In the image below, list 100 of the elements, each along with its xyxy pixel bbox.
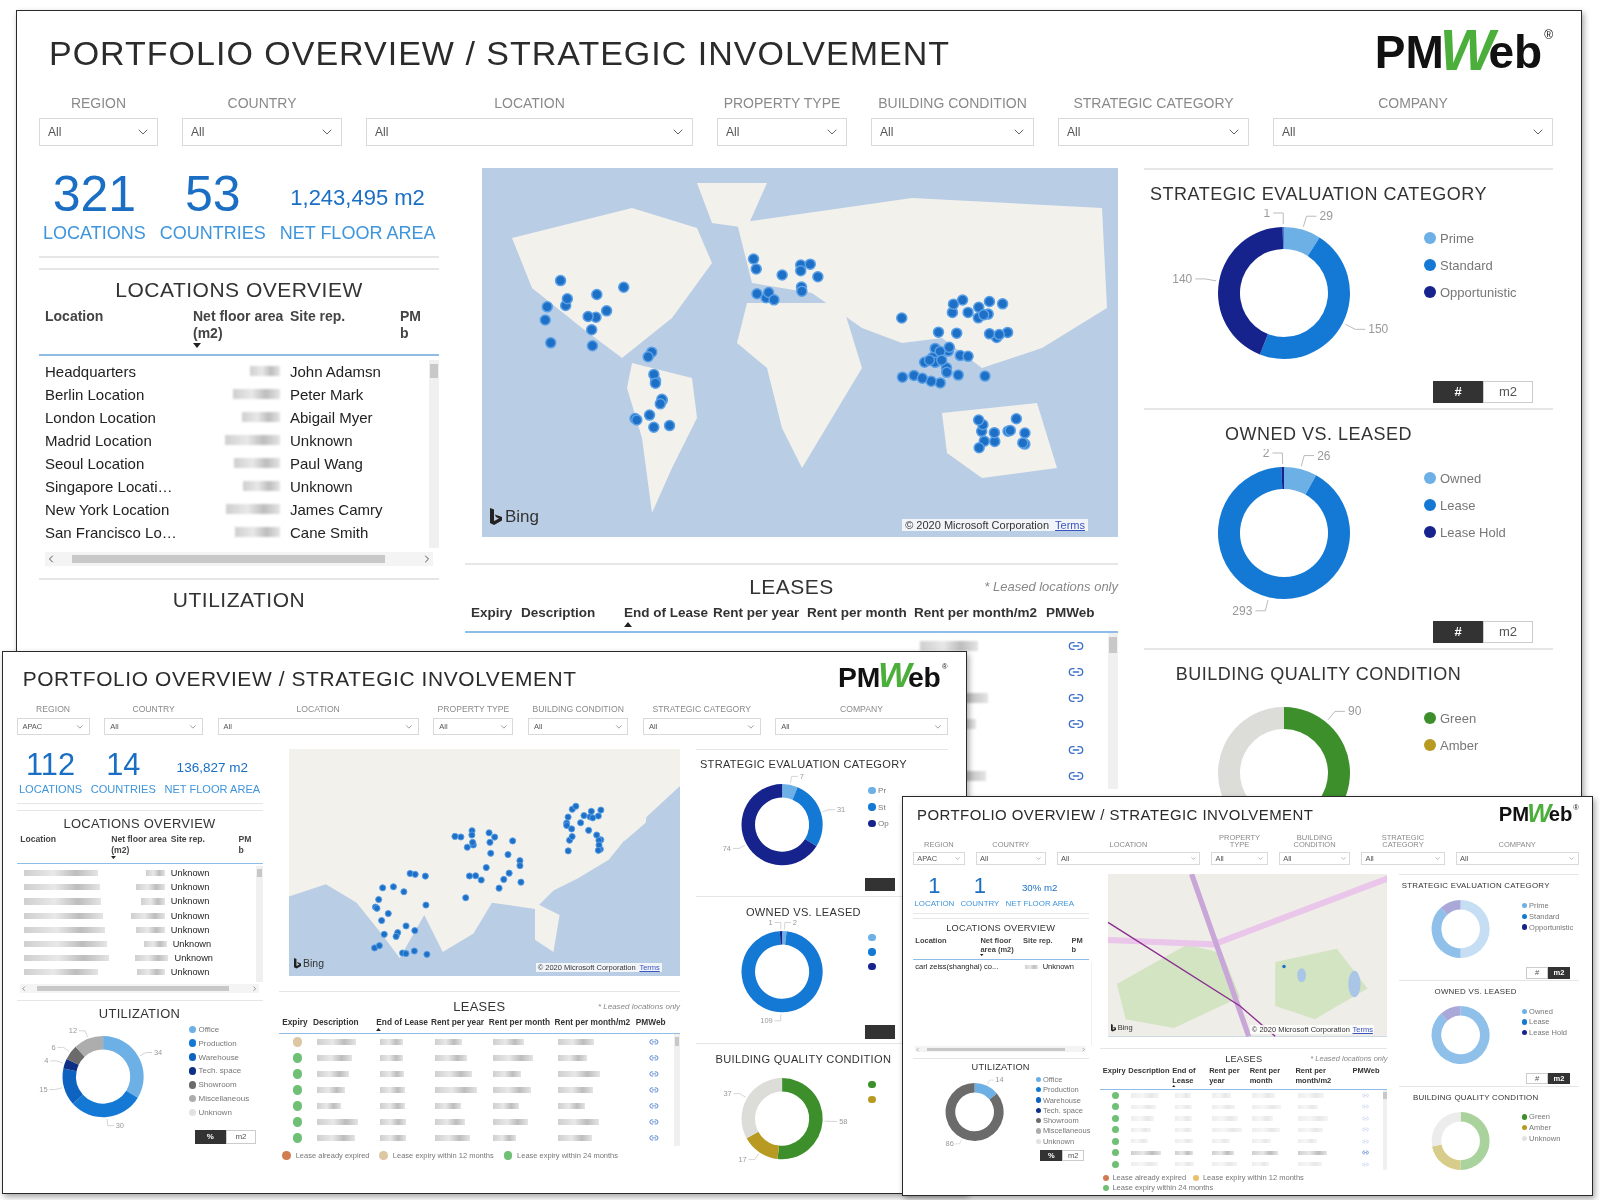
data-label: 14	[994, 1074, 1004, 1084]
filter-dropdown[interactable]: All	[975, 852, 1046, 865]
filter-dropdown[interactable]: All	[717, 117, 847, 146]
unit-toggle[interactable]	[864, 877, 896, 892]
section-title: LOCATIONS OVERVIEW	[114, 277, 364, 302]
column-header[interactable]: Description	[521, 604, 596, 622]
unit-toggle[interactable]: m2	[1062, 1149, 1085, 1162]
column-header[interactable]: Rent per month	[807, 604, 907, 622]
legend-label: Owned	[1440, 470, 1482, 486]
table-cell: Paul Wang	[290, 454, 363, 472]
vertical-scrollbar[interactable]	[1108, 632, 1118, 789]
unit-toggle[interactable]: m2	[1548, 1072, 1571, 1085]
unit-toggle[interactable]: #	[1526, 967, 1549, 979]
legend-label: Lease expiry within 24 months	[1112, 1183, 1214, 1193]
column-header[interactable]: Location	[20, 834, 57, 846]
blurred-value	[141, 898, 165, 905]
data-label: 1	[1263, 208, 1271, 220]
blurred-value	[920, 640, 978, 651]
column-header[interactable]: PM b	[400, 307, 423, 343]
column-header[interactable]: End of Lease	[624, 604, 709, 622]
filter-dropdown[interactable]: All	[1210, 852, 1269, 865]
kpi-value: 1,243,495 m2	[290, 186, 425, 209]
blurred-value	[1298, 1150, 1328, 1155]
filter-dropdown[interactable]: All	[1058, 117, 1249, 146]
unit-toggle[interactable]: m2	[1483, 620, 1533, 643]
filter-label: STRATEGIC CATEGORY	[652, 704, 752, 714]
data-label: 2	[1262, 448, 1270, 460]
unit-toggle[interactable]: #	[1526, 1072, 1549, 1085]
column-header[interactable]: Net floor area (m2)	[193, 307, 286, 343]
column-header[interactable]: Rent per month/m2	[914, 604, 1037, 622]
terms-link[interactable]: Terms	[1352, 1025, 1373, 1035]
column-header[interactable]: PM b	[238, 834, 253, 856]
column-header[interactable]: End of Lease	[1172, 1066, 1208, 1085]
legend-label: Lease Hold	[1440, 524, 1506, 540]
kpi-label: LOCATIONS	[18, 783, 83, 796]
column-header[interactable]: Rent per month	[488, 1017, 551, 1028]
column-header[interactable]: Site rep.	[290, 307, 346, 326]
column-header[interactable]: End of Lease	[376, 1017, 428, 1028]
column-header[interactable]: Expiry	[282, 1017, 308, 1028]
table-cell: Unknown	[170, 967, 210, 978]
leader-line	[1254, 599, 1269, 612]
blurred-value	[250, 366, 280, 377]
filter-dropdown[interactable]: All	[182, 117, 342, 146]
column-header[interactable]: PMWeb	[1352, 1066, 1380, 1076]
filter-dropdown[interactable]: All	[1056, 852, 1201, 865]
column-header[interactable]: Expiry	[471, 604, 513, 622]
filter-dropdown[interactable]: All	[871, 117, 1034, 146]
unit-toggle[interactable]: m2	[1483, 380, 1533, 403]
column-header[interactable]: Description	[1128, 1066, 1170, 1076]
column-header[interactable]: Net floor area (m2)	[980, 935, 1022, 955]
unit-toggle[interactable]: #	[1433, 380, 1483, 403]
filter-dropdown[interactable]: All	[39, 117, 158, 146]
column-header[interactable]: Site rep.	[170, 834, 205, 846]
data-label: 29	[1319, 209, 1333, 224]
table-cell: San Francisco Lo…	[45, 523, 177, 541]
filter-dropdown[interactable]: All	[1455, 852, 1579, 865]
vertical-scrollbar[interactable]	[429, 359, 439, 548]
column-header[interactable]: Rent per month	[1249, 1066, 1294, 1085]
vertical-scrollbar[interactable]	[256, 866, 263, 982]
column-header[interactable]: PMWeb	[635, 1017, 666, 1028]
blurred-value	[1174, 1150, 1194, 1155]
column-header[interactable]: Rent per year	[431, 1017, 485, 1028]
column-header[interactable]: Site rep.	[1023, 935, 1053, 945]
unit-toggle[interactable]	[864, 1025, 896, 1039]
column-header[interactable]: Location	[915, 935, 947, 945]
unit-toggle[interactable]: %	[1040, 1149, 1063, 1162]
filter-dropdown[interactable]: All	[1273, 117, 1553, 146]
table-cell: Seoul Location	[45, 454, 145, 472]
column-header[interactable]: Rent per year	[713, 604, 800, 622]
unit-toggle[interactable]: #	[1433, 620, 1483, 643]
terms-link[interactable]: Terms	[1055, 518, 1085, 531]
filter-dropdown[interactable]: All	[366, 117, 693, 146]
vertical-scrollbar[interactable]	[673, 1034, 681, 1147]
horizontal-scrollbar[interactable]	[20, 984, 259, 993]
filter-dropdown[interactable]: APAC	[912, 852, 966, 865]
filter-dropdown[interactable]: All	[1278, 852, 1351, 865]
column-header[interactable]: Location	[45, 307, 104, 326]
horizontal-scrollbar[interactable]	[45, 551, 433, 566]
filter-label: LOCATION	[1109, 841, 1148, 850]
blurred-value	[492, 1087, 531, 1094]
horizontal-scrollbar[interactable]	[915, 1046, 1087, 1053]
column-header[interactable]: Description	[312, 1017, 359, 1028]
blurred-value	[316, 1119, 359, 1126]
column-header[interactable]: Rent per month/m2	[1295, 1066, 1351, 1085]
leader-line	[1300, 455, 1315, 467]
column-header[interactable]: Rent per year	[1209, 1066, 1248, 1085]
vertical-scrollbar[interactable]	[1383, 1089, 1388, 1170]
column-header[interactable]: PMWeb	[1046, 604, 1095, 622]
blurred-value	[243, 481, 280, 492]
unit-toggle[interactable]: m2	[1548, 967, 1571, 979]
column-header[interactable]: PM b	[1071, 935, 1083, 955]
column-header[interactable]: Net floor area (m2)	[111, 834, 169, 856]
kpi-value: 112	[26, 750, 76, 781]
filter-label: REGION	[70, 96, 127, 111]
column-header[interactable]: Rent per month/m2	[554, 1017, 631, 1028]
chart-title: BUILDING QUALITY CONDITION	[715, 1052, 892, 1065]
column-header[interactable]: Expiry	[1102, 1066, 1126, 1076]
kpi-value: 53	[184, 168, 241, 219]
filter-dropdown[interactable]: All	[1360, 852, 1445, 865]
legend-label: Miscellaneous	[1042, 1126, 1091, 1136]
